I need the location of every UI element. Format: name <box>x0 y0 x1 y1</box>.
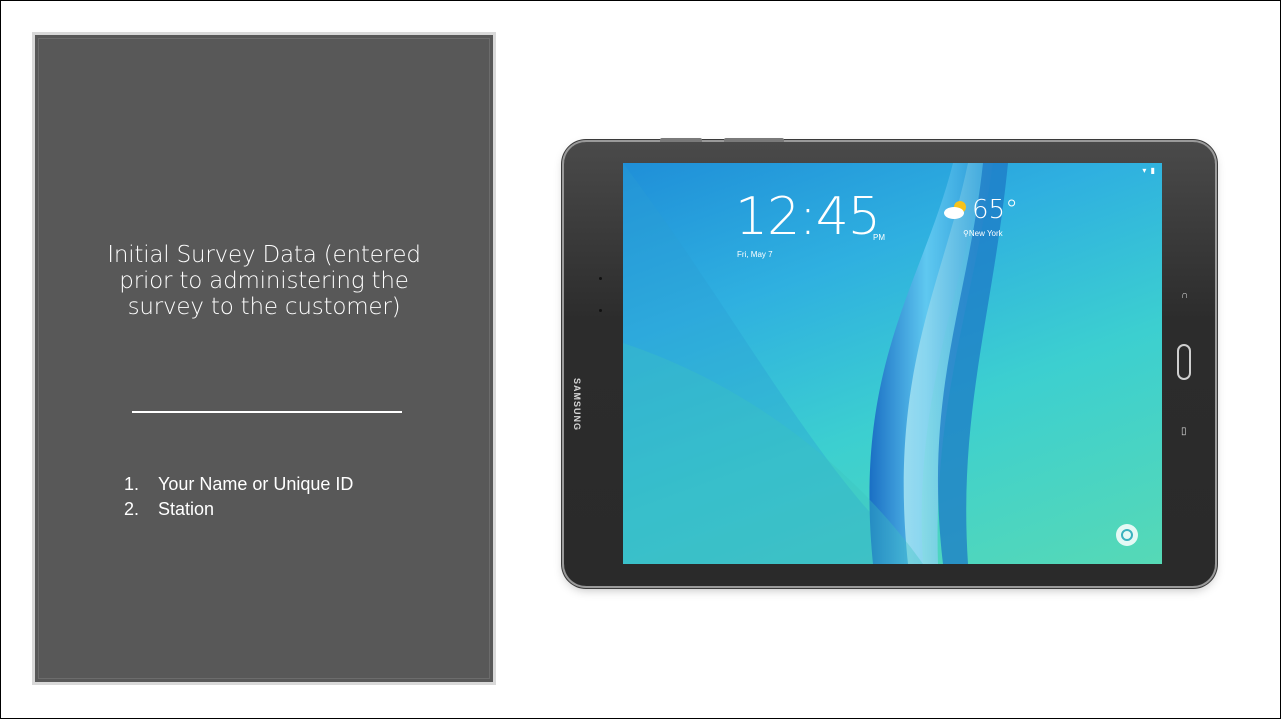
weather-location: ⚲New York <box>963 229 1003 238</box>
tablet-screen: ▾ ▮ 12:45 PM Fri, May 7 65° ⚲New York <box>623 163 1162 564</box>
status-bar-icons: ▾ ▮ <box>1142 166 1156 175</box>
list-item-text: Station <box>158 499 215 519</box>
location-name: New York <box>968 229 1003 238</box>
back-icon: ▯ <box>1181 426 1187 437</box>
divider <box>132 411 402 413</box>
panel-inner-border <box>38 38 490 679</box>
survey-field-list: 1. Your Name or Unique ID 2. Station <box>124 472 353 522</box>
list-item: 2. Station <box>124 497 353 522</box>
recent-apps-icon: ∩ <box>1181 290 1189 301</box>
brand-logo: SAMSUNG <box>572 378 582 432</box>
tablet-image: SAMSUNG ∩ ▯ ▾ ▮ 12:45 PM Fri, May 7 65° … <box>564 138 1215 586</box>
clock-time: 12:45 <box>735 187 881 247</box>
power-button <box>724 138 784 142</box>
wallpaper-swirl <box>623 163 1008 564</box>
camera-dot <box>599 277 602 280</box>
sensor-dot <box>599 309 602 312</box>
text-panel: Initial Survey Data (entered prior to ad… <box>32 32 496 685</box>
list-item: 1. Your Name or Unique ID <box>124 472 353 497</box>
panel-title: Initial Survey Data (entered prior to ad… <box>107 242 421 320</box>
clock-date: Fri, May 7 <box>737 250 773 259</box>
weather-temperature: 65° <box>972 195 1019 225</box>
home-button <box>1177 344 1191 380</box>
slide: Initial Survey Data (entered prior to ad… <box>0 0 1281 719</box>
clock-ampm: PM <box>873 233 885 242</box>
list-item-number: 2. <box>124 499 140 519</box>
volume-button <box>660 138 702 142</box>
partly-cloudy-icon <box>944 201 966 219</box>
list-item-text: Your Name or Unique ID <box>158 474 354 494</box>
list-item-number: 1. <box>124 474 140 494</box>
assistant-icon <box>1116 524 1138 546</box>
